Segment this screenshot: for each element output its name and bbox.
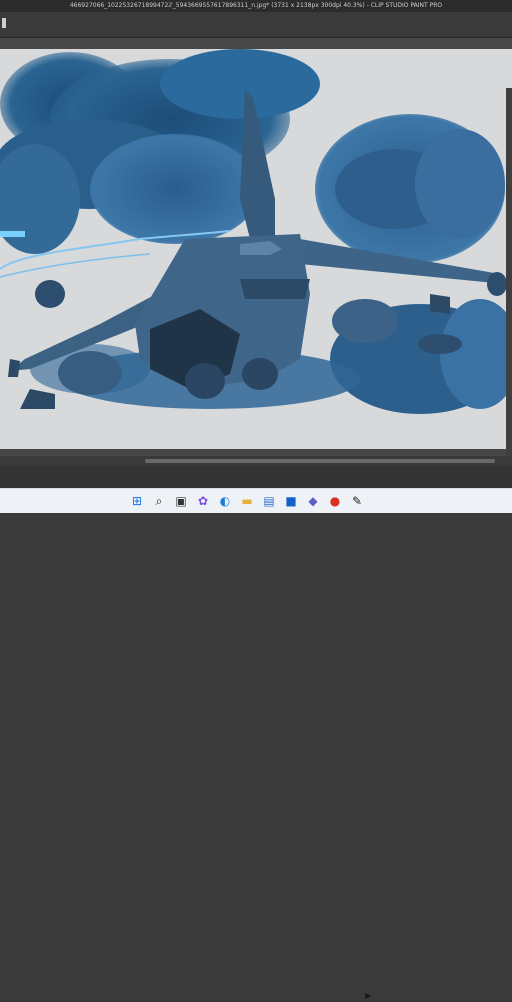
chrome-icon[interactable]: ● <box>326 492 344 510</box>
panel-handle[interactable] <box>2 18 6 28</box>
window-title: 466927066_1022532671899472ℤ_594366955761… <box>69 2 443 9</box>
store-icon[interactable]: ▤ <box>260 492 278 510</box>
window-title-bar: 466927066_1022532671899472ℤ_594366955761… <box>0 0 512 12</box>
search-icon[interactable]: ⌕ <box>150 492 168 510</box>
mouse-cursor-icon: ➤ <box>363 991 372 1002</box>
edge-icon[interactable]: ◐ <box>216 492 234 510</box>
windows-taskbar: ⊞ ⌕ ▣ ✿ ◐ ▬ ▤ ■ ◆ ● ✎ ➤ <box>0 488 512 1002</box>
windows-start-icon[interactable]: ⊞ <box>128 492 146 510</box>
outlook-icon[interactable]: ■ <box>282 492 300 510</box>
file-explorer-icon[interactable]: ▬ <box>238 492 256 510</box>
horizontal-scrollbar[interactable] <box>0 456 512 466</box>
status-bar <box>0 466 512 488</box>
canvas[interactable] <box>0 49 512 449</box>
vertical-scrollbar[interactable] <box>506 88 512 488</box>
copilot-icon[interactable]: ✿ <box>194 492 212 510</box>
task-view-icon[interactable]: ▣ <box>172 492 190 510</box>
canvas-artwork <box>0 49 512 449</box>
teams-icon[interactable]: ◆ <box>304 492 322 510</box>
canvas-workspace[interactable] <box>0 38 512 488</box>
command-bar <box>0 12 512 39</box>
horizontal-scroll-thumb[interactable] <box>145 459 495 463</box>
clip-studio-icon[interactable]: ✎ <box>348 492 366 510</box>
taskbar-icons: ⊞ ⌕ ▣ ✿ ◐ ▬ ▤ ■ ◆ ● ✎ <box>128 492 366 510</box>
